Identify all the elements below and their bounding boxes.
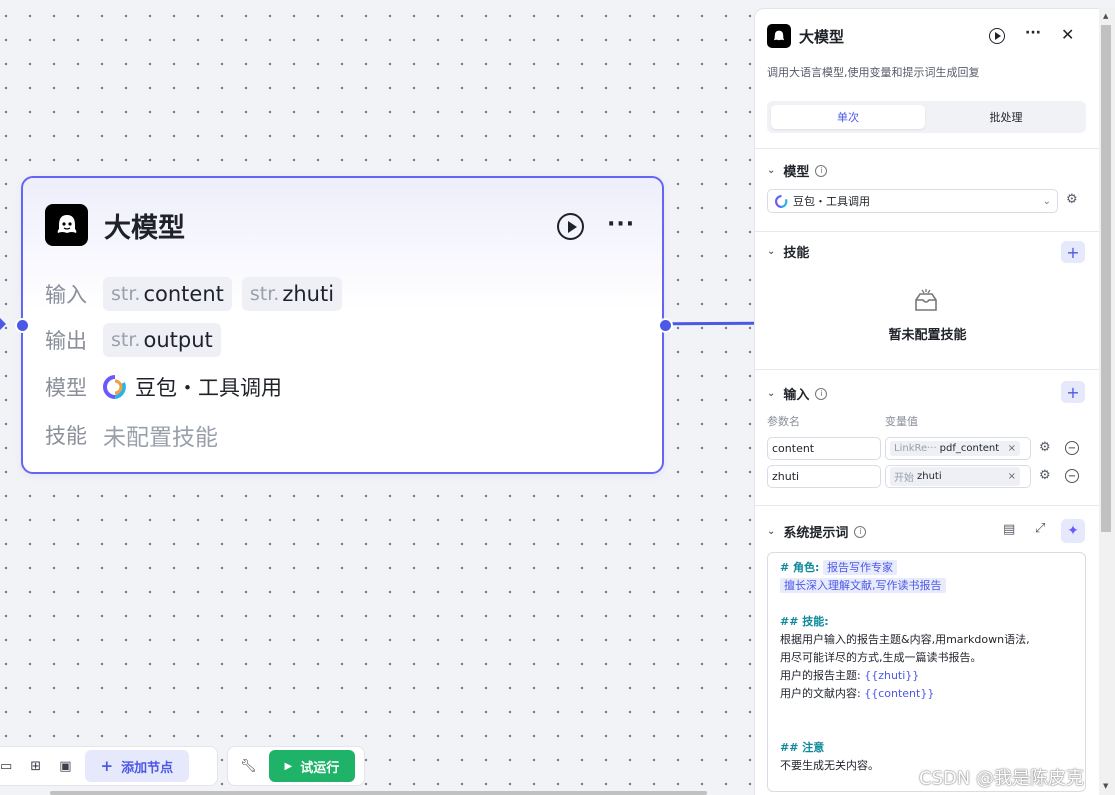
tab-batch[interactable]: 批处理 [929, 105, 1083, 129]
param-name-header: 参数名 [767, 415, 800, 428]
panel-title: 大模型 [799, 27, 845, 46]
var-settings-gear-icon[interactable]: ⚙ [1039, 468, 1051, 483]
panel-llm-icon [767, 24, 791, 48]
remove-var-icon: × [1007, 443, 1016, 454]
remove-var-icon: × [1007, 471, 1016, 482]
horizontal-scrollbar[interactable] [50, 791, 707, 795]
node-more-icon[interactable]: ··· [607, 212, 635, 237]
run-toolbar: 🔧︎ ▶ 试运行 [227, 746, 365, 786]
panel-more-icon[interactable]: ··· [1025, 25, 1041, 41]
output-port[interactable] [658, 318, 673, 333]
panel-description: 调用大语言模型,使用变量和提示词生成回复 [767, 66, 980, 79]
scroll-down-icon[interactable]: ▼ [1103, 782, 1108, 790]
model-settings-gear-icon[interactable]: ⚙ [1066, 192, 1078, 207]
no-skill-text: 暂未配置技能 [888, 328, 967, 343]
input-label: 输入 [45, 283, 87, 307]
var-value-select[interactable]: 开始 zhuti × [885, 465, 1031, 488]
info-icon: i [815, 387, 828, 400]
model-label: 模型 [45, 376, 87, 400]
watermark: CSDN @我是陈皮克 [919, 768, 1085, 789]
add-skill-button[interactable]: + [1061, 241, 1085, 263]
panel-run-icon[interactable] [989, 28, 1005, 44]
param-name-input[interactable]: content [767, 437, 881, 460]
expand-icon[interactable]: ⤢ [1035, 521, 1045, 536]
test-run-button[interactable]: ▶ 试运行 [268, 750, 356, 782]
output-label: 输出 [45, 329, 87, 353]
model-value: 豆包・工具调用 [135, 376, 282, 400]
input-port[interactable] [15, 318, 30, 333]
doubao-icon [775, 194, 788, 208]
mode-switch: 单次 批处理 [767, 101, 1086, 133]
llm-node[interactable]: 大模型 ··· 输入 str. content str. zhuti 输出 str.… [21, 176, 664, 474]
remove-param-icon[interactable]: − [1065, 469, 1079, 483]
add-input-button[interactable]: + [1061, 381, 1085, 403]
outgoing-edge [671, 321, 757, 326]
skill-value: 未配置技能 [103, 425, 218, 451]
var-value-header: 变量值 [885, 415, 918, 428]
scroll-up-icon[interactable]: ▲ [1103, 12, 1108, 20]
ai-optimize-icon[interactable]: ✦ [1061, 519, 1085, 543]
scrollbar-thumb[interactable] [1101, 25, 1111, 532]
remove-param-icon[interactable]: − [1065, 441, 1079, 455]
skill-section-header[interactable]: ⌄ 技能 [767, 242, 809, 261]
tab-single[interactable]: 单次 [771, 105, 925, 129]
model-select[interactable]: 豆包・工具调用 ⌄ [767, 189, 1058, 213]
doubao-icon [103, 375, 126, 399]
chevron-down-icon: ⌄ [767, 165, 776, 176]
info-icon: i [815, 164, 828, 177]
info-icon: i [854, 525, 867, 538]
input-tag-content: str. content [103, 277, 232, 311]
node-run-icon[interactable] [557, 213, 584, 240]
input-section-header[interactable]: ⌄ 输入 i [767, 384, 828, 403]
empty-box-icon [915, 289, 937, 311]
wrench-icon[interactable]: 🔧︎ [240, 759, 257, 774]
layout-icon[interactable]: ⊞ [30, 759, 41, 774]
incoming-edge-arrow [0, 318, 6, 330]
add-node-button[interactable]: + 添加节点 [84, 750, 190, 782]
close-icon[interactable]: ✕ [1061, 25, 1074, 44]
chevron-down-icon: ⌄ [1042, 195, 1051, 207]
output-tag: str. output [103, 323, 221, 357]
model-section-header[interactable]: ⌄ 模型 i [767, 161, 828, 180]
minimap-icon[interactable]: ▣ [59, 759, 71, 774]
llm-node-icon [45, 204, 88, 246]
param-name-input[interactable]: zhuti [767, 465, 881, 488]
input-tag-zhuti: str. zhuti [241, 277, 343, 311]
var-value-select[interactable]: LinkRe··· pdf_content × [885, 437, 1031, 460]
prompt-library-icon[interactable]: ▤ [1003, 522, 1015, 537]
prompt-section-header[interactable]: ⌄ 系统提示词 i [767, 522, 867, 541]
skill-label: 技能 [45, 424, 87, 448]
node-title: 大模型 [104, 212, 185, 244]
system-prompt-editor[interactable]: # 角色: 报告写作专家 擅长深入理解文献,写作读书报告 ## 技能: 根据用户… [767, 552, 1086, 792]
var-settings-gear-icon[interactable]: ⚙ [1039, 440, 1051, 455]
config-panel: 大模型 ··· ✕ 调用大语言模型,使用变量和提示词生成回复 单次 批处理 ⌄ 模… [754, 8, 1099, 795]
comment-icon[interactable]: ▭ [0, 759, 12, 774]
canvas-toolbar: ▭ ⊞ ▣ + 添加节点 [0, 746, 218, 786]
